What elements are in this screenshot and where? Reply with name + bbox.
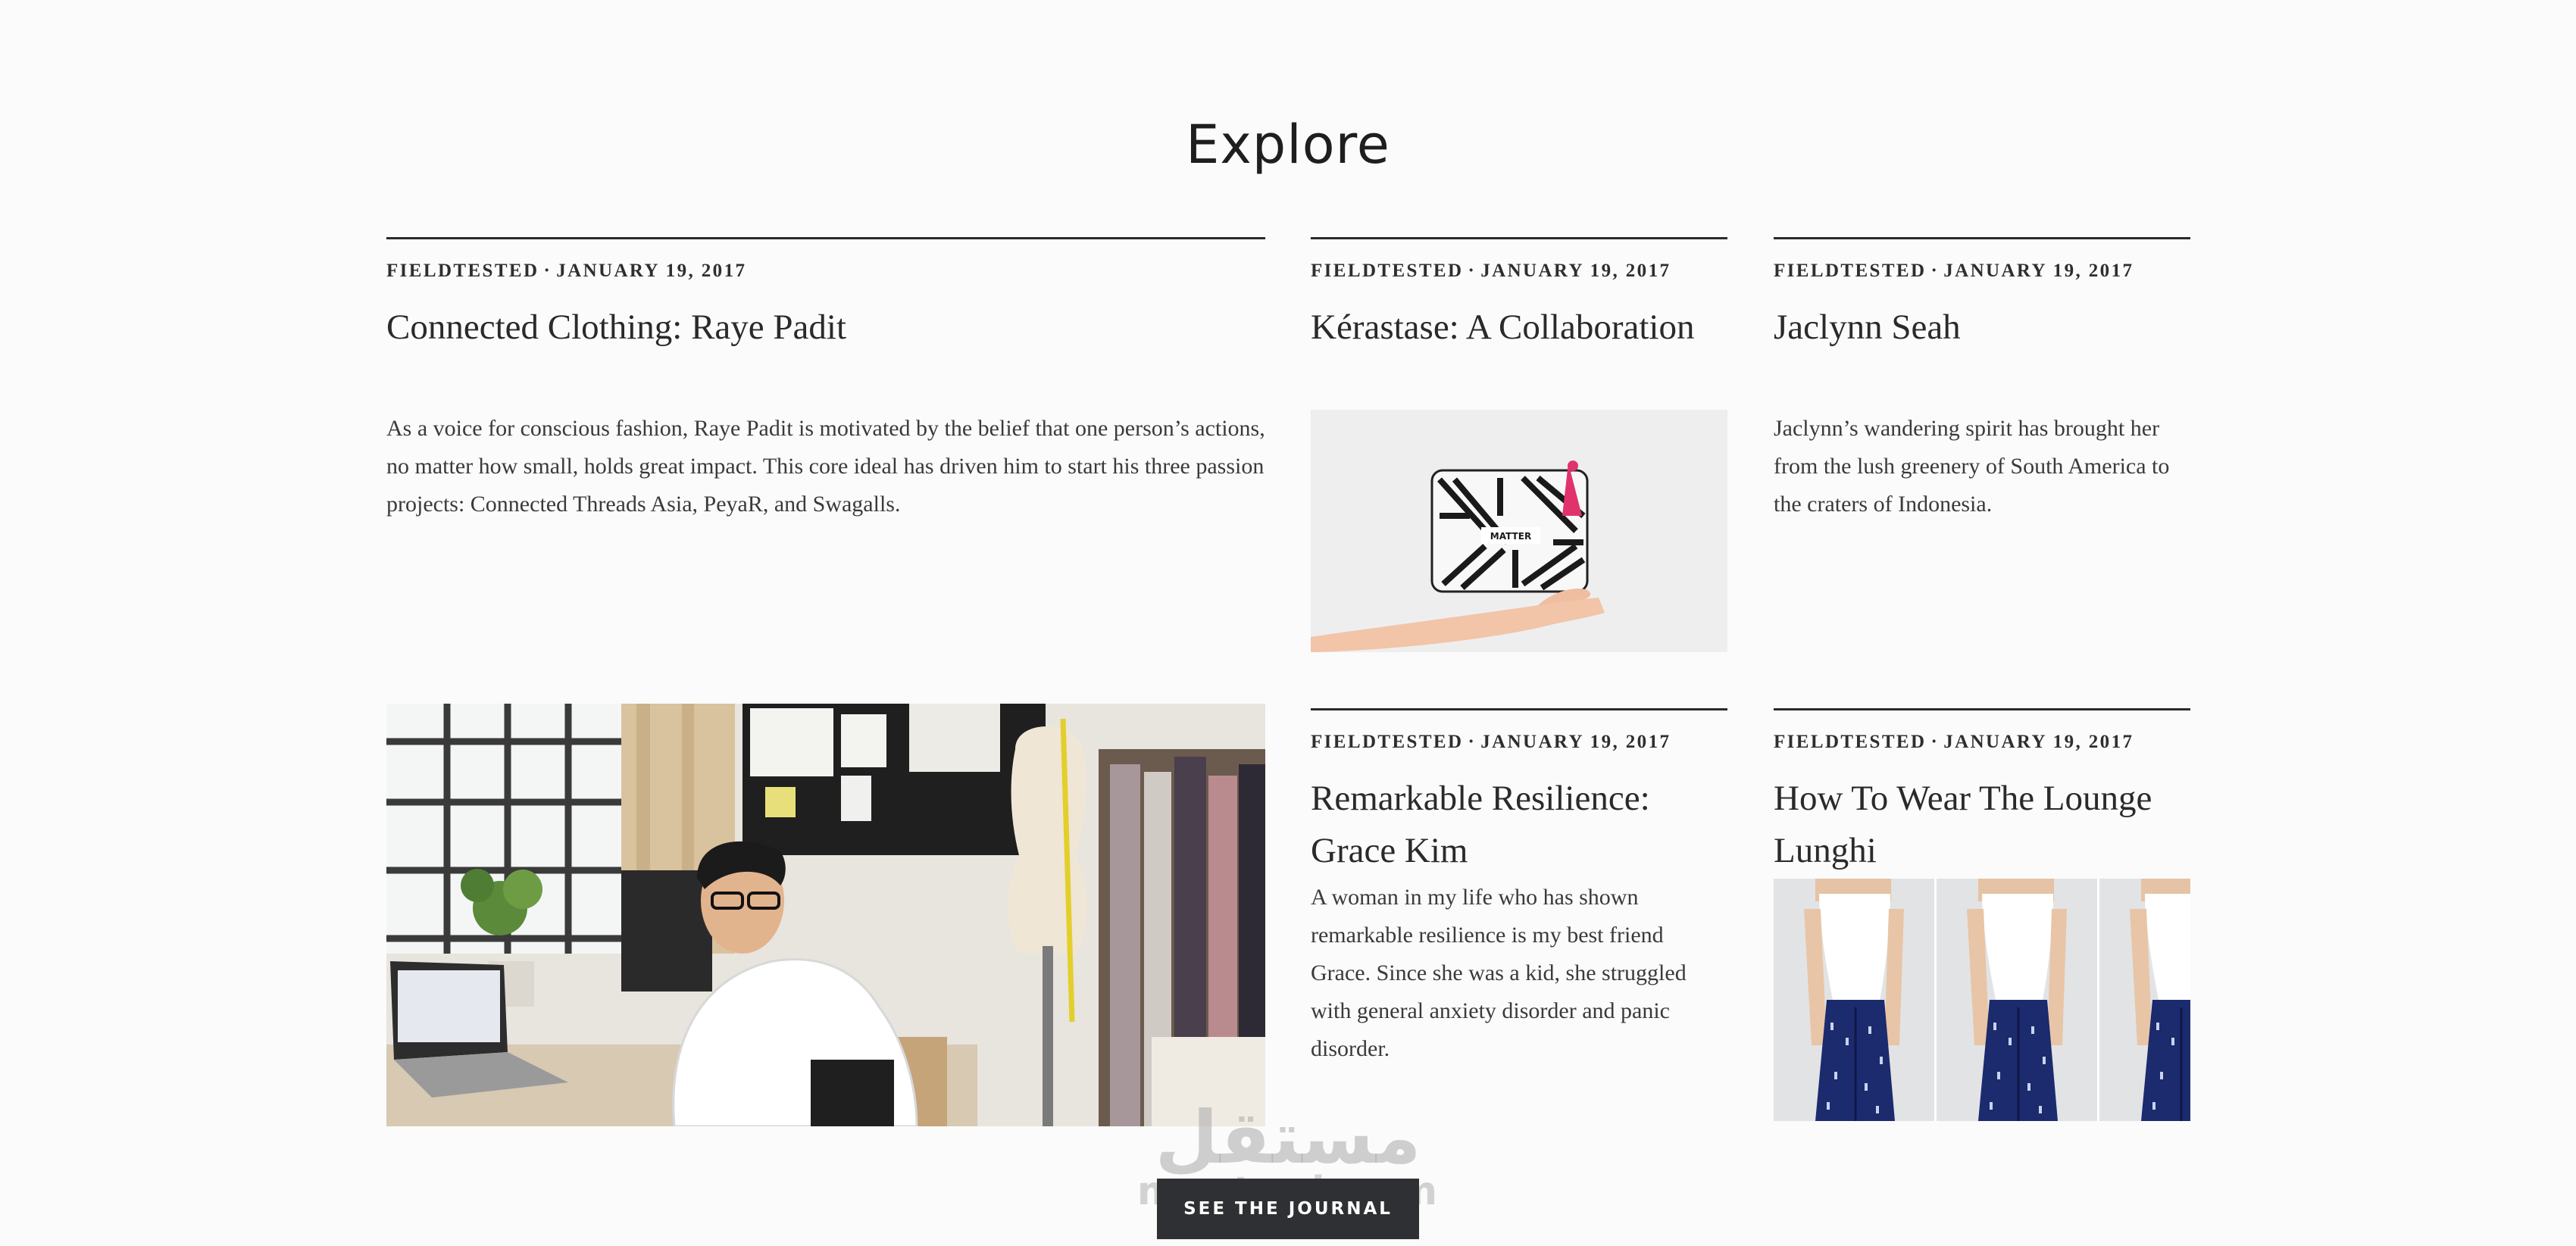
article-category[interactable]: FIELDTESTED — [386, 261, 539, 281]
article-image-lunghi[interactable] — [1774, 879, 2190, 1121]
article-excerpt: As a voice for conscious fashion, Raye P… — [386, 416, 1265, 517]
article-card-raye-padit[interactable]: FIELDTESTED · JANUARY 19, 2017 Connected C… — [386, 237, 1265, 525]
article-meta: FIELDTESTED · JANUARY 19, 2017 — [1774, 732, 2134, 752]
article-meta: FIELDTESTED · JANUARY 19, 2017 — [1311, 261, 1671, 281]
article-category[interactable]: FIELDTESTED — [1311, 732, 1463, 752]
article-excerpt: A woman in my life who has shown remarka… — [1311, 885, 1687, 1061]
article-title[interactable]: Connected Clothing: Raye Padit — [386, 301, 1265, 354]
article-category[interactable]: FIELDTESTED — [1311, 261, 1463, 281]
article-meta: FIELDTESTED · JANUARY 19, 2017 — [1774, 261, 2134, 281]
article-card-grace-kim[interactable]: FIELDTESTED · JANUARY 19, 2017 Remarkable … — [1311, 708, 1727, 1087]
article-date: JANUARY 19, 2017 — [1943, 261, 2134, 281]
article-category[interactable]: FIELDTESTED — [1774, 732, 1926, 752]
article-card-lounge-lunghi[interactable]: FIELDTESTED · JANUARY 19, 2017 How To Wear… — [1774, 708, 2190, 1121]
article-date: JANUARY 19, 2017 — [1943, 732, 2134, 752]
article-category[interactable]: FIELDTESTED — [1774, 261, 1926, 281]
article-card-kerastase[interactable]: FIELDTESTED · JANUARY 19, 2017 Kérastase: … — [1311, 237, 1727, 654]
section-title: Explore — [1186, 114, 1390, 176]
article-title[interactable]: Jaclynn Seah — [1774, 301, 2198, 354]
article-card-jaclynn-seah[interactable]: FIELDTESTED · JANUARY 19, 2017 Jaclynn Sea… — [1774, 237, 2190, 525]
article-meta: FIELDTESTED · JANUARY 19, 2017 — [386, 261, 747, 281]
article-title[interactable]: Remarkable Resilience: Grace Kim — [1311, 773, 1727, 877]
article-date: JANUARY 19, 2017 — [1480, 732, 1671, 752]
article-title[interactable]: Kérastase: A Collaboration — [1311, 301, 1735, 354]
article-excerpt: Jaclynn’s wandering spirit has brought h… — [1774, 416, 2170, 517]
article-title[interactable]: How To Wear The Lounge Lunghi — [1774, 773, 2190, 877]
see-journal-button[interactable]: SEE THE JOURNAL — [1157, 1179, 1419, 1239]
svg-text:MATTER: MATTER — [1490, 531, 1531, 542]
article-date: JANUARY 19, 2017 — [556, 261, 747, 281]
article-image-pouch[interactable]: MATTER — [1311, 410, 1727, 652]
article-meta: FIELDTESTED · JANUARY 19, 2017 — [1311, 732, 1671, 752]
article-date: JANUARY 19, 2017 — [1480, 261, 1671, 281]
article-image-studio[interactable] — [386, 704, 1265, 1126]
